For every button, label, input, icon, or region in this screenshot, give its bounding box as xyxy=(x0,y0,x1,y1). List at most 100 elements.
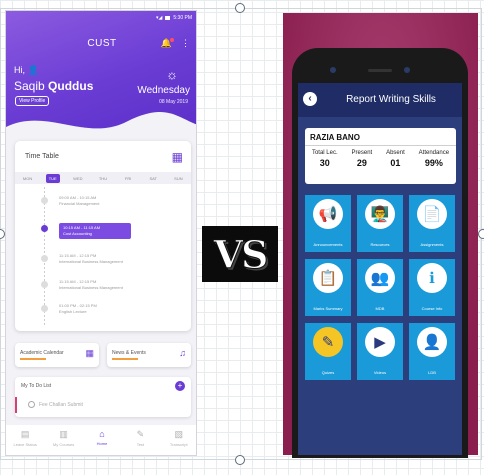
signal-icon: ▾◢ xyxy=(156,15,163,21)
date-label: 08 May 2019 xyxy=(159,99,188,105)
attendance-card: RAZIA BANO Total Lec. 30 Present 29 Absent 01… xyxy=(305,128,456,184)
vs-badge: VS xyxy=(202,226,278,282)
user-first-name: Saqib xyxy=(14,79,45,93)
quiz-icon: ✎ xyxy=(313,327,343,357)
speaker-grille xyxy=(368,69,392,72)
weekday-chip[interactable]: THU xyxy=(96,176,110,181)
weekday-chip[interactable]: WED xyxy=(71,176,85,181)
tile-label: Assignments xyxy=(420,242,444,247)
checklist-icon: 📋 xyxy=(313,263,343,293)
nav-label: Transcript xyxy=(169,442,188,447)
weekday-selector: MON TUE WED THU FRI SAT SUN xyxy=(15,172,191,184)
course-header: ‹ Report Writing Skills xyxy=(298,83,462,117)
tile-label: Quizes xyxy=(321,370,335,375)
todo-item-text: Fee Challan Submit xyxy=(39,402,83,408)
tile-assignments[interactable]: 📄 Assignments xyxy=(409,195,455,252)
todo-item[interactable]: Fee Challan Submit xyxy=(15,397,191,413)
tile-marks-summary[interactable]: 📋 Marks Summary xyxy=(305,259,351,316)
battery-icon xyxy=(165,16,171,20)
view-profile-button[interactable]: View Profile xyxy=(15,96,50,106)
tile-label: Resources xyxy=(370,242,390,247)
video-icon: ▶ xyxy=(365,327,395,357)
add-todo-button[interactable]: + xyxy=(175,381,185,391)
transcript-icon: ▧ xyxy=(174,429,183,439)
entry-course: International Business Management xyxy=(59,285,123,290)
accent-bar xyxy=(20,358,46,360)
timeline-dot xyxy=(41,305,48,312)
entry-course: English Lecture xyxy=(59,309,87,314)
timetable-entry[interactable]: 09:00 AM - 10:15 AM Financial Management xyxy=(59,195,99,207)
resize-handle-top[interactable] xyxy=(235,3,245,13)
notification-bell-icon[interactable]: 🔔 xyxy=(161,38,174,49)
status-bar: ▾◢ 5:30 PM xyxy=(156,15,192,21)
overflow-menu-icon[interactable]: ⋮ xyxy=(181,38,190,49)
vs-text: VS xyxy=(213,231,269,277)
grid-icon: ▤ xyxy=(20,429,30,439)
course-title: Report Writing Skills xyxy=(346,94,436,105)
entry-course: Cost Accounting xyxy=(63,231,92,236)
timetable-entry[interactable]: 01:00 PM - 02:15 PM English Lecture xyxy=(59,303,97,315)
stat-label: Attendance xyxy=(418,150,450,156)
tile-resources[interactable]: 👨‍🏫 Resources xyxy=(357,195,403,252)
bottom-navigation: ▤ Leave Status ▥ My Courses ⌂ Home ✎ Test ▧ Trans… xyxy=(6,425,196,455)
timetable-entry[interactable]: 11:15 AM - 12:15 PM International Busines… xyxy=(59,279,123,291)
courses-icon: ▥ xyxy=(59,429,68,439)
todo-list-card: My To Do List + Fee Challan Submit xyxy=(15,377,191,417)
sun-icon: ☼ xyxy=(166,67,178,82)
timeline-dot xyxy=(41,255,48,262)
weekday-label: Wednesday xyxy=(137,85,190,96)
stat-block: Attendance 99% xyxy=(419,150,449,168)
left-app-screen: ▾◢ 5:30 PM CUST 🔔 ⋮ Hi, 👤 Saqib Quddus V… xyxy=(5,10,197,456)
nav-item-home[interactable]: ⌂ Home xyxy=(84,429,120,446)
documents-icon: 📄 xyxy=(417,199,447,229)
teacher-icon: 👨‍🏫 xyxy=(365,199,395,229)
stat-value: 99% xyxy=(424,158,443,168)
tile-ldb[interactable]: 👤 LDB xyxy=(409,323,455,380)
tile-mdb[interactable]: 👥 MDB xyxy=(357,259,403,316)
weekday-chip[interactable]: SUN xyxy=(171,176,185,181)
news-events-card[interactable]: News & Events ♫ xyxy=(107,343,191,367)
user-last-name: Quddus xyxy=(48,79,94,93)
tile-videos[interactable]: ▶ Videos xyxy=(357,323,403,380)
weekday-chip[interactable]: TUE xyxy=(45,173,60,183)
tile-announcements[interactable]: 📢 Announcements xyxy=(305,195,351,252)
profile-header: ▾◢ 5:30 PM CUST 🔔 ⋮ Hi, 👤 Saqib Quddus V… xyxy=(6,11,196,147)
weekday-chip[interactable]: MON xyxy=(21,176,35,181)
tile-quizes[interactable]: ✎ Quizes xyxy=(305,323,351,380)
tile-label: Announcements xyxy=(313,242,343,247)
todo-title: My To Do List xyxy=(21,383,52,389)
calendar-grid-icon: ▦ xyxy=(85,348,94,358)
stat-label: Present xyxy=(351,150,373,156)
weekday-chip[interactable]: SAT xyxy=(146,176,160,181)
right-app-screen: ‹ Report Writing Skills RAZIA BANO Total… xyxy=(298,83,462,455)
weekday-chip[interactable]: FRI xyxy=(121,176,135,181)
todo-checkbox[interactable] xyxy=(28,401,35,408)
resize-handle-bottom[interactable] xyxy=(235,455,245,465)
megaphone-icon: 📢 xyxy=(313,199,343,229)
back-button[interactable]: ‹ xyxy=(303,92,317,106)
nav-item-leave-status[interactable]: ▤ Leave Status xyxy=(7,429,43,447)
nav-item-my-courses[interactable]: ▥ My Courses xyxy=(46,429,82,447)
stat-value: 01 xyxy=(390,158,401,168)
stat-block: Present 29 xyxy=(352,150,373,168)
stat-block: Absent 01 xyxy=(386,150,405,168)
home-icon: ⌂ xyxy=(99,429,105,439)
group-icon: 👥 xyxy=(365,263,395,293)
nav-label: Leave Status xyxy=(13,442,37,447)
stat-label: Total Lec. xyxy=(311,150,338,156)
timeline-dot xyxy=(41,281,48,288)
greeting-text: Hi, xyxy=(14,65,25,75)
stat-value: 30 xyxy=(319,158,330,168)
tile-label: MDB xyxy=(375,306,385,311)
tile-course-info[interactable]: ℹ Course Info xyxy=(409,259,455,316)
resize-handle-right[interactable] xyxy=(478,229,484,239)
timetable-entry[interactable]: 10:15 AM - 11:15 AM Cost Accounting xyxy=(59,223,131,239)
tile-label: LDB xyxy=(428,370,436,375)
academic-calendar-card[interactable]: Academic Calendar ▦ xyxy=(15,343,99,367)
timetable-card: Time Table ▦ MON TUE WED THU FRI SAT SUN 09:00… xyxy=(15,141,191,331)
timetable-title: Time Table xyxy=(25,153,59,160)
nav-item-test[interactable]: ✎ Test xyxy=(122,429,158,447)
nav-item-transcript[interactable]: ▧ Transcript xyxy=(161,429,196,447)
timetable-entry[interactable]: 11:15 AM - 12:15 PM International Busines… xyxy=(59,253,123,265)
calendar-icon[interactable]: ▦ xyxy=(172,150,183,164)
